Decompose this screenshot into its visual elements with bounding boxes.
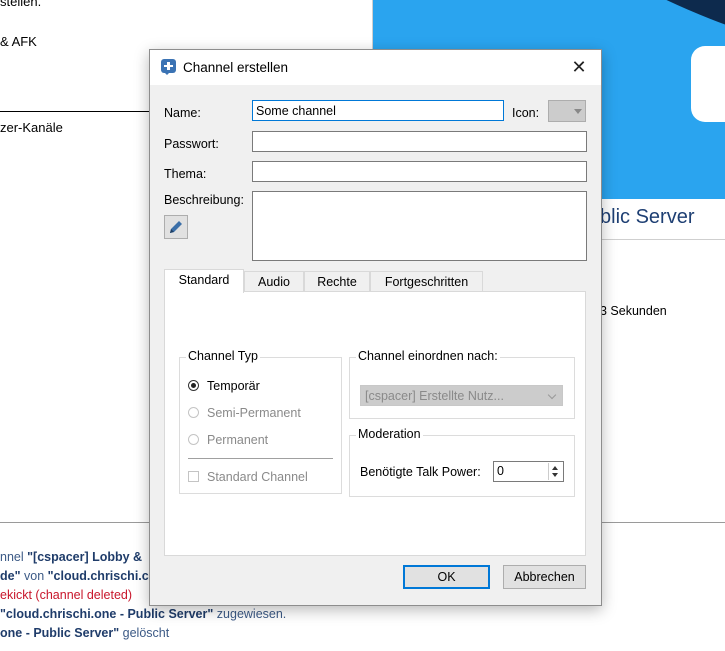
server-title: blic Server: [600, 206, 695, 228]
icon-label: Icon:: [512, 106, 540, 120]
name-label: Name:: [164, 106, 201, 120]
log-line: nnel "[cspacer] Lobby &: [0, 550, 143, 564]
tree-text[interactable]: zer-Kanäle: [0, 120, 63, 135]
tree-text: stellen.: [0, 0, 42, 9]
channel-sort-group: Channel einordnen nach: [cspacer] Erstel…: [349, 349, 575, 419]
increment-icon[interactable]: [552, 466, 558, 470]
tab-standard[interactable]: Standard: [164, 269, 244, 293]
close-button[interactable]: ✕: [557, 50, 601, 85]
password-label: Passwort:: [164, 137, 219, 151]
dialog-titlebar[interactable]: Channel erstellen ✕: [150, 50, 601, 85]
tab-panel-standard: Channel Typ Temporär Semi-Permanent Perm…: [164, 291, 586, 556]
tab-audio[interactable]: Audio: [244, 271, 304, 292]
chevron-down-icon: [574, 109, 582, 114]
checkbox-icon: [188, 471, 199, 482]
edit-description-button[interactable]: [164, 215, 188, 239]
radio-icon: [188, 434, 199, 445]
log-line: de" von "cloud.chrischi.c: [0, 569, 149, 583]
description-input[interactable]: [252, 191, 587, 261]
divider: [188, 458, 333, 459]
talk-power-stepper[interactable]: 0: [493, 461, 564, 482]
log-line: ekickt (channel deleted): [0, 588, 133, 602]
decrement-icon[interactable]: [552, 473, 558, 477]
icon-select[interactable]: [548, 100, 586, 122]
dialog-title: Channel erstellen: [183, 60, 289, 75]
tree-text[interactable]: & AFK: [0, 34, 37, 49]
log-line: one - Public Server" gelöscht: [0, 626, 170, 640]
tab-rights[interactable]: Rechte: [304, 271, 370, 292]
name-input[interactable]: [252, 100, 504, 121]
topic-input[interactable]: [252, 161, 587, 182]
channel-type-group: Channel Typ Temporär Semi-Permanent Perm…: [179, 349, 342, 494]
radio-checked-icon: [188, 380, 199, 391]
channel-sort-title: Channel einordnen nach:: [356, 349, 500, 363]
cancel-button[interactable]: Abbrechen: [503, 565, 586, 589]
pencil-icon: [170, 221, 182, 233]
moderation-group: Moderation Benötigte Talk Power: 0: [349, 427, 575, 497]
default-channel-checkbox[interactable]: Standard Channel: [188, 470, 308, 484]
tab-advanced[interactable]: Fortgeschritten: [370, 271, 483, 292]
radio-temporary[interactable]: Temporär: [188, 379, 260, 393]
create-channel-dialog: Channel erstellen ✕ Name: Icon: Passwort…: [149, 49, 602, 606]
radio-semi-permanent[interactable]: Semi-Permanent: [188, 406, 301, 420]
chevron-down-icon: [547, 390, 557, 400]
channel-type-title: Channel Typ: [186, 349, 260, 363]
radio-permanent[interactable]: Permanent: [188, 433, 268, 447]
log-line: "cloud.chrischi.one - Public Server" zug…: [0, 607, 287, 621]
description-label: Beschreibung:: [164, 193, 244, 207]
password-input[interactable]: [252, 131, 587, 152]
divider: [0, 111, 150, 112]
ok-button[interactable]: OK: [403, 565, 490, 589]
topic-label: Thema:: [164, 167, 207, 181]
server-info-text: 3 Sekunden: [600, 304, 667, 318]
channel-sort-select[interactable]: [cspacer] Erstellte Nutz...: [360, 385, 563, 406]
radio-icon: [188, 407, 199, 418]
talk-power-label: Benötigte Talk Power:: [360, 465, 481, 479]
add-channel-icon: [161, 59, 176, 75]
moderation-title: Moderation: [356, 427, 423, 441]
banner-card: [691, 46, 725, 122]
